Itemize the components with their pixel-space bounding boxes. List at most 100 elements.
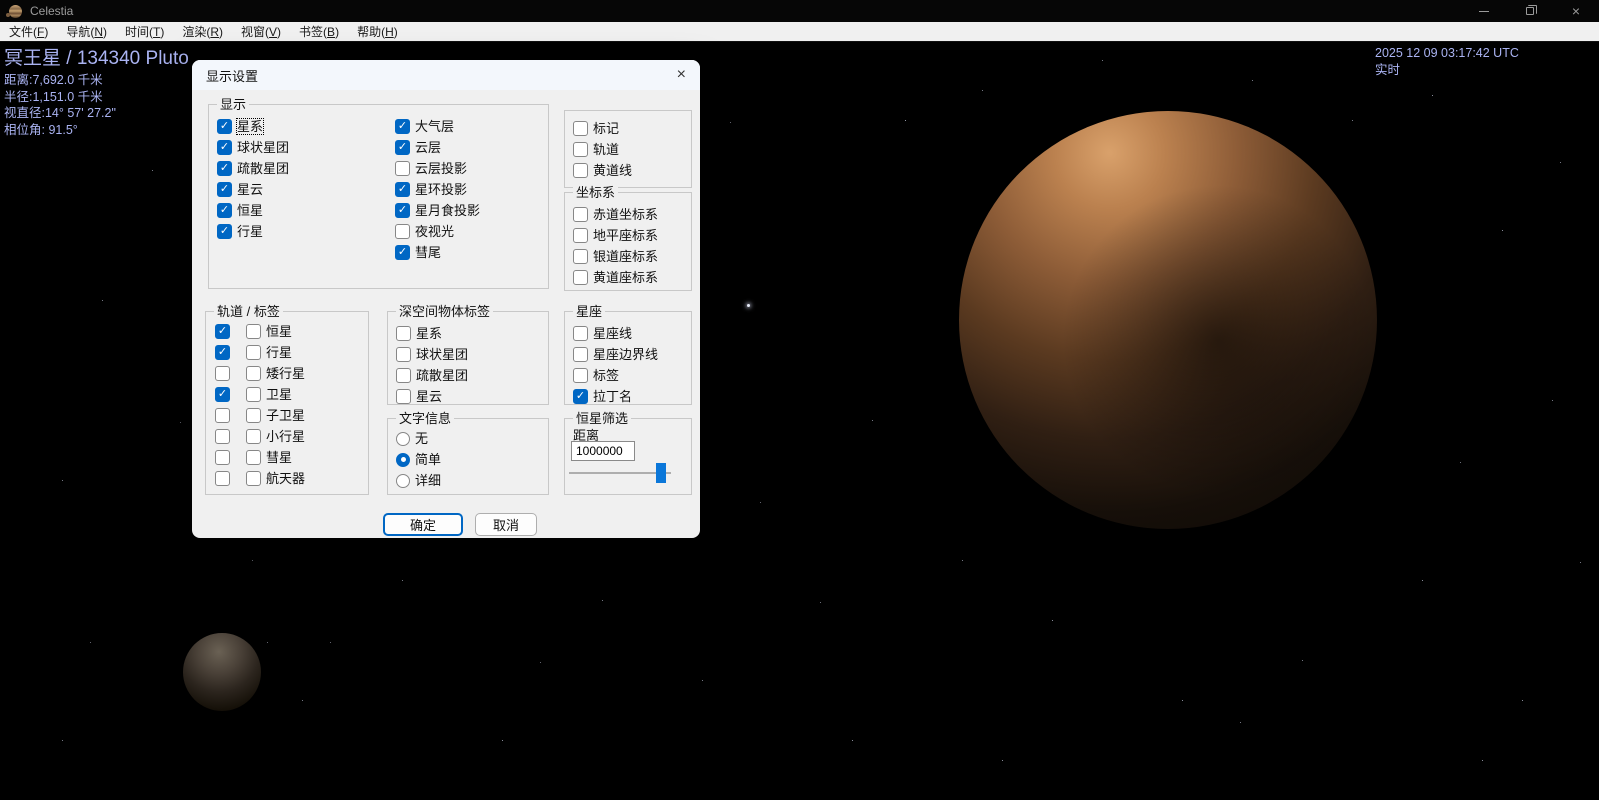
checkbox-row[interactable]: 夜视光: [395, 224, 480, 239]
checkbox-row[interactable]: 球状星团: [217, 140, 289, 155]
label-checkbox[interactable]: [246, 324, 261, 339]
orbit-label-row[interactable]: 行星: [215, 345, 305, 360]
checkbox[interactable]: [395, 182, 410, 197]
checkbox[interactable]: [395, 140, 410, 155]
radio-button[interactable]: [396, 474, 410, 488]
radio-row[interactable]: 简单: [396, 452, 441, 467]
checkbox[interactable]: [573, 228, 588, 243]
checkbox[interactable]: [573, 347, 588, 362]
label-checkbox[interactable]: [246, 345, 261, 360]
checkbox[interactable]: [217, 140, 232, 155]
orbit-label-row[interactable]: 子卫星: [215, 408, 305, 423]
orbit-checkbox[interactable]: [215, 387, 230, 402]
checkbox-row[interactable]: 黄道座标系: [573, 270, 658, 285]
label-checkbox[interactable]: [246, 387, 261, 402]
checkbox-row[interactable]: 地平座标系: [573, 228, 658, 243]
checkbox-row[interactable]: 银道座标系: [573, 249, 658, 264]
planet-pluto[interactable]: [959, 111, 1377, 529]
checkbox[interactable]: [573, 163, 588, 178]
checkbox[interactable]: [396, 347, 411, 362]
checkbox-row[interactable]: 疏散星团: [217, 161, 289, 176]
orbit-checkbox[interactable]: [215, 366, 230, 381]
orbit-label-row[interactable]: 小行星: [215, 429, 305, 444]
checkbox[interactable]: [217, 119, 232, 134]
cancel-button[interactable]: 取消: [475, 513, 537, 536]
radio-button[interactable]: [396, 453, 410, 467]
label-checkbox[interactable]: [246, 366, 261, 381]
checkbox-row[interactable]: 星系: [217, 119, 289, 134]
checkbox[interactable]: [573, 270, 588, 285]
radio-row[interactable]: 详细: [396, 473, 441, 488]
label-checkbox[interactable]: [246, 471, 261, 486]
maximize-button[interactable]: [1507, 0, 1553, 22]
checkbox-row[interactable]: 拉丁名: [573, 389, 658, 404]
checkbox-row[interactable]: 云层投影: [395, 161, 480, 176]
distance-input[interactable]: [571, 441, 635, 461]
menu-item[interactable]: 导航(N): [57, 22, 116, 41]
checkbox[interactable]: [396, 389, 411, 404]
checkbox-row[interactable]: 黄道线: [573, 163, 632, 178]
window-titlebar[interactable]: Celestia ×: [0, 0, 1599, 22]
checkbox-row[interactable]: 行星: [217, 224, 289, 239]
checkbox-row[interactable]: 标记: [573, 121, 632, 136]
checkbox[interactable]: [217, 161, 232, 176]
checkbox[interactable]: [395, 245, 410, 260]
orbit-checkbox[interactable]: [215, 429, 230, 444]
checkbox-row[interactable]: 球状星团: [396, 347, 468, 362]
menu-item[interactable]: 视窗(V): [232, 22, 290, 41]
checkbox-row[interactable]: 恒星: [217, 203, 289, 218]
menu-item[interactable]: 时间(T): [116, 22, 173, 41]
checkbox-row[interactable]: 疏散星团: [396, 368, 468, 383]
checkbox[interactable]: [573, 368, 588, 383]
checkbox[interactable]: [395, 161, 410, 176]
dialog-titlebar[interactable]: 显示设置 ×: [192, 60, 700, 90]
orbit-label-row[interactable]: 矮行星: [215, 366, 305, 381]
label-checkbox[interactable]: [246, 450, 261, 465]
orbit-label-row[interactable]: 恒星: [215, 324, 305, 339]
moon-charon[interactable]: [183, 633, 261, 711]
orbit-label-row[interactable]: 彗星: [215, 450, 305, 465]
orbit-label-row[interactable]: 卫星: [215, 387, 305, 402]
checkbox-row[interactable]: 轨道: [573, 142, 632, 157]
checkbox[interactable]: [396, 368, 411, 383]
radio-button[interactable]: [396, 432, 410, 446]
bright-star[interactable]: [747, 304, 750, 307]
distance-slider[interactable]: [569, 463, 671, 483]
checkbox[interactable]: [395, 203, 410, 218]
close-button[interactable]: ×: [1553, 0, 1599, 22]
label-checkbox[interactable]: [246, 408, 261, 423]
checkbox-row[interactable]: 标签: [573, 368, 658, 383]
checkbox-row[interactable]: 星环投影: [395, 182, 480, 197]
menu-item[interactable]: 书签(B): [290, 22, 348, 41]
orbit-checkbox[interactable]: [215, 324, 230, 339]
menu-item[interactable]: 渲染(R): [173, 22, 232, 41]
orbit-checkbox[interactable]: [215, 471, 230, 486]
label-checkbox[interactable]: [246, 429, 261, 444]
checkbox[interactable]: [217, 224, 232, 239]
checkbox[interactable]: [573, 326, 588, 341]
dialog-close-icon[interactable]: ×: [677, 67, 686, 83]
checkbox[interactable]: [217, 203, 232, 218]
orbit-checkbox[interactable]: [215, 345, 230, 360]
checkbox[interactable]: [573, 249, 588, 264]
checkbox[interactable]: [396, 326, 411, 341]
orbit-checkbox[interactable]: [215, 450, 230, 465]
checkbox-row[interactable]: 彗尾: [395, 245, 480, 260]
checkbox[interactable]: [573, 121, 588, 136]
checkbox-row[interactable]: 星座边界线: [573, 347, 658, 362]
checkbox-row[interactable]: 星月食投影: [395, 203, 480, 218]
checkbox[interactable]: [395, 224, 410, 239]
checkbox-row[interactable]: 星系: [396, 326, 468, 341]
checkbox-row[interactable]: 星云: [396, 389, 468, 404]
checkbox[interactable]: [217, 182, 232, 197]
minimize-button[interactable]: [1461, 0, 1507, 22]
orbit-label-row[interactable]: 航天器: [215, 471, 305, 486]
menu-item[interactable]: 帮助(H): [348, 22, 407, 41]
checkbox-row[interactable]: 赤道坐标系: [573, 207, 658, 222]
slider-handle[interactable]: [656, 463, 666, 483]
checkbox[interactable]: [395, 119, 410, 134]
checkbox-row[interactable]: 大气层: [395, 119, 480, 134]
checkbox[interactable]: [573, 389, 588, 404]
ok-button[interactable]: 确定: [383, 513, 463, 536]
checkbox-row[interactable]: 星座线: [573, 326, 658, 341]
